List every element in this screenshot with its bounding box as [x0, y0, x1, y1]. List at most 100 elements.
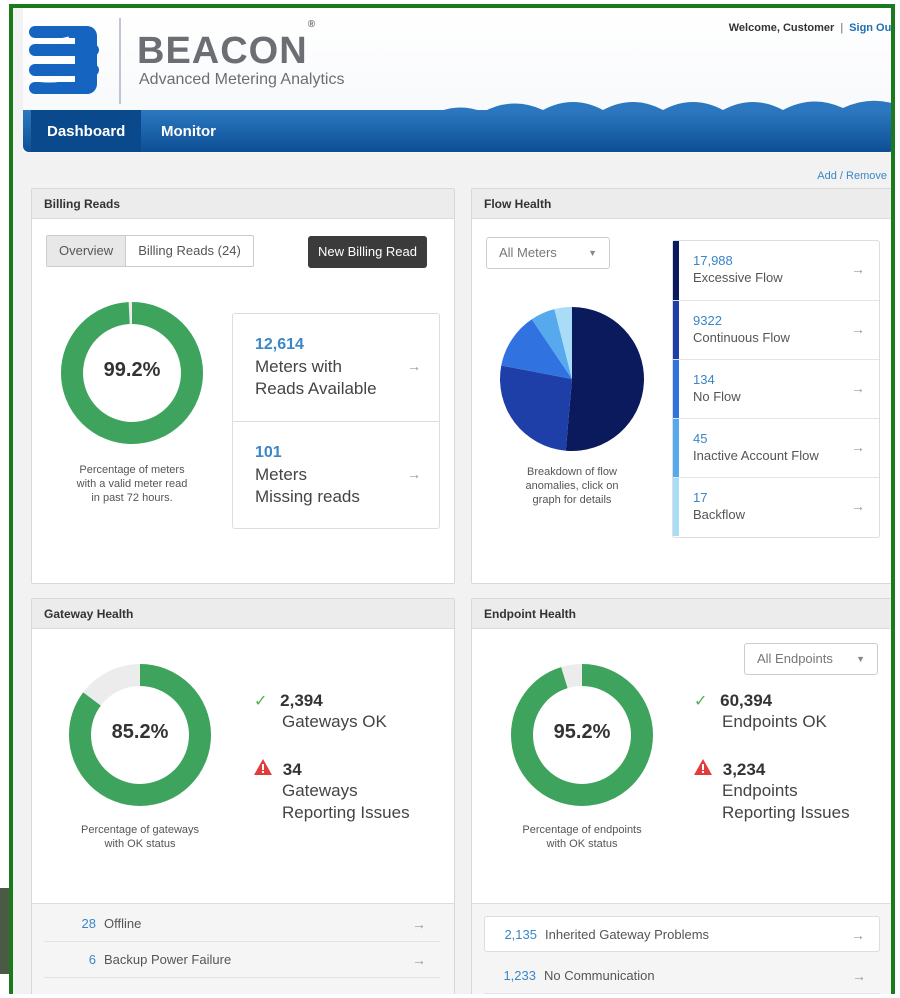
flow-item-backflow[interactable]: 17 Backflow →	[673, 477, 879, 536]
ok-count: 2,394	[280, 691, 323, 710]
panel-title: Billing Reads	[32, 189, 454, 219]
color-bar	[673, 478, 679, 536]
sign-out-link[interactable]: Sign Out	[849, 22, 891, 34]
gateway-health-panel: Gateway Health 85.2% Percentage of gatew…	[31, 598, 455, 994]
tab-overview[interactable]: Overview	[47, 236, 127, 266]
row-count: 6	[88, 952, 96, 967]
arrow-right-icon: →	[851, 498, 865, 514]
flow-item-no-flow[interactable]: 134 No Flow →	[673, 359, 879, 418]
flow-health-panel: Flow Health All Meters ▼ Breakdown of flo…	[471, 188, 891, 584]
flow-pie-chart[interactable]	[498, 305, 646, 453]
new-billing-read-button[interactable]: New Billing Read	[308, 236, 427, 268]
gateway-percent: 85.2%	[111, 721, 169, 743]
arrow-right-icon: →	[407, 466, 421, 482]
endpoint-health-panel: Endpoint Health All Endpoints ▼ 95.2% Per…	[471, 598, 891, 994]
meters-with-reads-row[interactable]: 12,614 Meters with Reads Available →	[233, 314, 439, 421]
issue-count: 34	[282, 760, 302, 779]
issue-count: 3,234	[722, 760, 766, 779]
row-count: 28	[81, 916, 96, 931]
select-value: All Meters	[499, 245, 557, 260]
userbar-separator: |	[840, 22, 844, 34]
billing-reads-panel: Billing Reads Overview Billing Reads (24…	[31, 188, 455, 584]
pie-slice-excessive-flow[interactable]	[565, 307, 644, 451]
main-navbar: Dashboard Monitor	[23, 110, 891, 152]
arrow-right-icon: →	[851, 261, 865, 277]
brand-name: BEACON®	[137, 19, 317, 72]
meter-filter-select[interactable]: All Meters ▼	[486, 237, 610, 269]
endpoint-filter-select[interactable]: All Endpoints ▼	[744, 643, 878, 675]
nav-monitor[interactable]: Monitor	[145, 110, 232, 152]
warning-icon	[254, 759, 272, 775]
row-label: Offline	[104, 916, 142, 931]
caption-line: with OK status	[546, 838, 618, 850]
gateways-issues: 34 Gateways Reporting Issues	[254, 759, 410, 824]
select-value: All Endpoints	[757, 651, 833, 666]
gateway-offline-row[interactable]: 28 Offline →	[44, 906, 440, 942]
ok-label: Gateways OK	[282, 712, 387, 731]
caret-down-icon: ▼	[588, 248, 597, 258]
warning-icon	[694, 759, 712, 775]
caption-line: anomalies, click on	[525, 480, 619, 492]
row-label: Inherited Gateway Problems	[545, 927, 710, 942]
gateways-ok: ✓ 2,394 Gateways OK	[254, 691, 387, 733]
panel-title: Endpoint Health	[472, 599, 891, 629]
arrow-right-icon: →	[412, 952, 426, 968]
endpoint-caption: Percentage of endpoints with OK status	[492, 823, 672, 851]
billing-percent: 99.2%	[103, 359, 161, 381]
flow-item-inactive-account[interactable]: 45 Inactive Account Flow →	[673, 418, 879, 477]
row-count: 1,233	[503, 968, 536, 983]
ok-label: Endpoints OK	[722, 712, 827, 731]
arrow-right-icon: →	[851, 380, 865, 396]
arrow-right-icon: →	[851, 927, 865, 943]
endpoint-inherited-gateway-row[interactable]: 2,135 Inherited Gateway Problems →	[484, 916, 880, 952]
flow-item-continuous[interactable]: 9322 Continuous Flow →	[673, 300, 879, 359]
caption-line: graph for details	[532, 494, 612, 506]
caption-line: Percentage of meters	[79, 464, 185, 476]
caption-line: Percentage of gateways	[80, 824, 200, 836]
issue-label: Endpoints Reporting Issues	[722, 781, 850, 822]
caret-down-icon: ▼	[856, 654, 865, 664]
arrow-right-icon: →	[851, 321, 865, 337]
billing-caption: Percentage of meters with a valid meter …	[42, 463, 222, 505]
endpoint-no-communication-row[interactable]: 1,233 No Communication →	[484, 958, 880, 994]
tab-billing-reads[interactable]: Billing Reads (24)	[126, 236, 253, 266]
arrow-right-icon: →	[412, 916, 426, 932]
caption-line: Percentage of endpoints	[522, 824, 642, 836]
ok-count: 60,394	[720, 691, 773, 710]
app-window: BEACON® Advanced Metering Analytics Welc…	[9, 4, 895, 994]
billing-tabs: Overview Billing Reads (24)	[46, 235, 254, 267]
gateway-backup-power-row[interactable]: 6 Backup Power Failure →	[44, 942, 440, 978]
endpoints-issues: 3,234 Endpoints Reporting Issues	[694, 759, 850, 824]
caption-line: with a valid meter read	[76, 478, 188, 490]
billing-stats: 12,614 Meters with Reads Available → 101 …	[232, 313, 440, 529]
meters-missing-reads-row[interactable]: 101 Meters Missing reads →	[233, 421, 439, 528]
brand-tagline: Advanced Metering Analytics	[139, 71, 345, 88]
app-header: BEACON® Advanced Metering Analytics Welc…	[23, 8, 891, 153]
check-icon: ✓	[254, 693, 268, 710]
issue-label: Gateways Reporting Issues	[282, 781, 410, 822]
add-remove-link[interactable]: Add / Remove	[817, 170, 887, 182]
caption-line: in past 72 hours.	[91, 492, 173, 504]
nav-dashboard[interactable]: Dashboard	[31, 110, 142, 152]
color-bar	[673, 241, 679, 300]
row-label: Backup Power Failure	[104, 952, 232, 967]
color-bar	[673, 360, 679, 418]
check-icon: ✓	[694, 693, 708, 710]
pie-slice-continuous-flow[interactable]	[500, 365, 572, 451]
arrow-right-icon: →	[851, 439, 865, 455]
stat-value: 101	[255, 444, 282, 461]
color-bar	[673, 301, 679, 359]
gateway-issue-list: 28 Offline → 6 Backup Power Failure →	[32, 903, 454, 994]
panel-title: Flow Health	[472, 189, 891, 219]
welcome-text: Welcome, Customer	[728, 22, 835, 34]
arrow-right-icon: →	[852, 968, 866, 984]
flow-item-excessive[interactable]: 17,988 Excessive Flow →	[673, 241, 879, 300]
caption-line: with OK status	[104, 838, 176, 850]
color-bar	[673, 419, 679, 477]
stat-value: 12,614	[255, 336, 304, 353]
panel-title: Gateway Health	[32, 599, 454, 629]
logo-divider	[119, 18, 121, 104]
user-bar: Welcome, Customer | Sign Out	[728, 22, 891, 34]
flow-caption: Breakdown of flow anomalies, click on gr…	[482, 465, 662, 507]
endpoint-issue-list: 2,135 Inherited Gateway Problems → 1,233 N…	[472, 903, 891, 994]
